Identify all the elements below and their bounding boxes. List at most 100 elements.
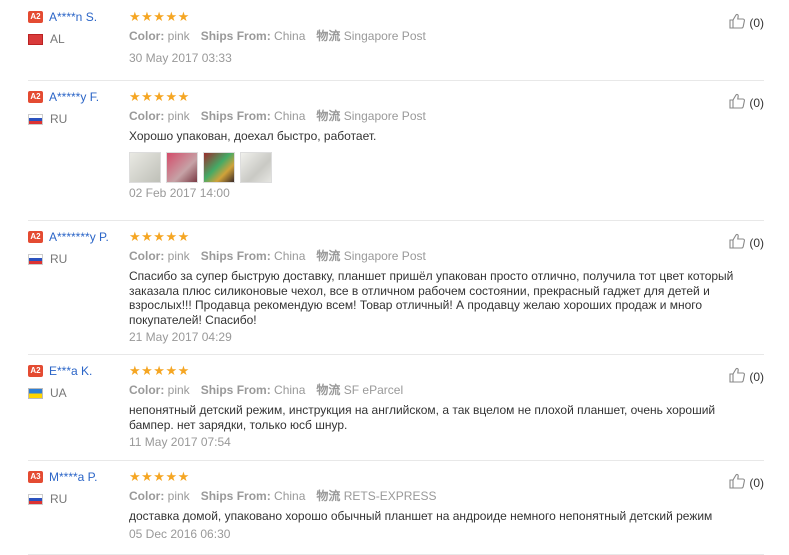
reviewer-name[interactable]: A*****y F. — [49, 90, 99, 104]
thumbs-up-icon — [729, 13, 749, 32]
review-photos — [129, 151, 749, 183]
country-row: RU — [28, 111, 128, 127]
reviewer-row: A2 A****n S. — [28, 9, 128, 25]
shipping-method: RETS-EXPRESS — [343, 489, 437, 503]
review-item: A2 A*******y P. RU ★★★★★ Color: pink Ships Fr… — [28, 229, 764, 355]
country-flag-icon — [28, 387, 43, 399]
reviewer-name[interactable]: A*******y P. — [49, 230, 109, 244]
rating-stars: ★★★★★ — [129, 469, 190, 484]
country-code: AL — [50, 32, 65, 46]
thumbs-up-icon — [729, 367, 749, 386]
thumbs-up-icon — [729, 233, 749, 252]
color-label: Color: — [129, 489, 165, 503]
rating-stars: ★★★★★ — [129, 229, 190, 244]
review-photo-thumbnail[interactable] — [129, 151, 161, 183]
review-body: ★★★★★ Color: pink Ships From: China 物流 SF e… — [129, 363, 749, 449]
reviewer-name[interactable]: A****n S. — [49, 10, 97, 24]
reviewer-row: A2 A*****y F. — [28, 89, 128, 105]
country-row: UA — [28, 385, 128, 401]
country-row: AL — [28, 31, 128, 47]
ships-from-label: Ships From: — [200, 489, 271, 503]
rating-stars: ★★★★★ — [129, 9, 190, 24]
ships-from-value: China — [274, 489, 306, 503]
reviewer-info: A2 A****n S. AL — [28, 9, 128, 47]
country-code: RU — [50, 112, 68, 126]
review-body: ★★★★★ Color: pink Ships From: China 物流 Sing… — [129, 89, 749, 200]
order-info: Color: pink Ships From: China 物流 Singapore… — [129, 27, 749, 45]
buyer-level-badge: A2 — [28, 91, 43, 103]
reviewer-info: A3 M****a P. RU — [28, 469, 128, 507]
ships-from-value: China — [274, 249, 306, 263]
logistics-label: 物流 — [316, 109, 341, 123]
country-code: RU — [50, 492, 68, 506]
review-item: A3 M****a P. RU ★★★★★ Color: pink Ships From:… — [28, 469, 764, 555]
color-label: Color: — [129, 109, 165, 123]
reviewer-row: A2 E***a K. — [28, 363, 128, 379]
buyer-level-badge: A2 — [28, 11, 43, 23]
review-date: 21 May 2017 04:29 — [129, 330, 232, 344]
helpful-like-button[interactable]: (0) — [729, 13, 764, 32]
review-photo-thumbnail[interactable] — [240, 151, 272, 183]
country-row: RU — [28, 491, 128, 507]
review-text: Спасибо за супер быструю доставку, планш… — [129, 269, 734, 327]
review-photo-thumbnail[interactable] — [203, 151, 235, 183]
reviewer-info: A2 A*******y P. RU — [28, 229, 128, 267]
rating-stars: ★★★★★ — [129, 89, 190, 104]
color-label: Color: — [129, 383, 165, 397]
country-flag-icon — [28, 253, 43, 265]
review-item: A2 A*****y F. RU ★★★★★ Color: pink Ships From… — [28, 89, 764, 221]
reviewer-row: A3 M****a P. — [28, 469, 128, 485]
helpful-like-button[interactable]: (0) — [729, 367, 764, 386]
country-flag-icon — [28, 493, 43, 505]
reviewer-info: A2 E***a K. UA — [28, 363, 128, 401]
country-flag-icon — [28, 33, 43, 45]
shipping-method: Singapore Post — [343, 249, 426, 263]
ships-from-label: Ships From: — [200, 29, 271, 43]
reviewer-info: A2 A*****y F. RU — [28, 89, 128, 127]
color-value: pink — [167, 29, 190, 43]
like-count: (0) — [749, 95, 764, 110]
order-info: Color: pink Ships From: China 物流 RETS-EXPR… — [129, 487, 749, 505]
ships-from-label: Ships From: — [200, 383, 271, 397]
order-info: Color: pink Ships From: China 物流 SF eParce… — [129, 381, 749, 399]
review-item: A2 A****n S. AL ★★★★★ Color: pink Ships From:… — [28, 9, 764, 81]
review-date: 05 Dec 2016 06:30 — [129, 526, 231, 541]
like-count: (0) — [749, 15, 764, 30]
like-count: (0) — [749, 475, 764, 490]
rating-stars: ★★★★★ — [129, 363, 190, 378]
country-row: RU — [28, 251, 128, 267]
ships-from-label: Ships From: — [200, 109, 271, 123]
shipping-method: SF eParcel — [343, 383, 404, 397]
helpful-like-button[interactable]: (0) — [729, 473, 764, 492]
review-date: 11 May 2017 07:54 — [129, 435, 231, 449]
ships-from-label: Ships From: — [200, 249, 271, 263]
review-date: 02 Feb 2017 14:00 — [129, 185, 230, 200]
reviewer-name[interactable]: E***a K. — [49, 364, 92, 378]
review-text: Хорошо упакован, доехал быстро, работает… — [129, 129, 377, 143]
helpful-like-button[interactable]: (0) — [729, 233, 764, 252]
review-body: ★★★★★ Color: pink Ships From: China 物流 Sing… — [129, 229, 749, 344]
country-flag-icon — [28, 113, 43, 125]
order-info: Color: pink Ships From: China 物流 Singapore… — [129, 247, 749, 265]
helpful-like-button[interactable]: (0) — [729, 93, 764, 112]
reviewer-row: A2 A*******y P. — [28, 229, 128, 245]
review-body: ★★★★★ Color: pink Ships From: China 物流 Sing… — [129, 9, 749, 65]
review-date: 30 May 2017 03:33 — [129, 51, 232, 65]
buyer-level-badge: A2 — [28, 231, 43, 243]
review-text: непонятный детский режим, инструкция на … — [129, 403, 716, 432]
reviewer-name[interactable]: M****a P. — [49, 470, 97, 484]
color-label: Color: — [129, 29, 165, 43]
country-code: UA — [50, 386, 67, 400]
like-count: (0) — [749, 369, 764, 384]
buyer-level-badge: A2 — [28, 365, 43, 377]
logistics-label: 物流 — [316, 29, 341, 43]
review-body: ★★★★★ Color: pink Ships From: China 物流 RETS… — [129, 469, 749, 541]
country-code: RU — [50, 252, 68, 266]
shipping-method: Singapore Post — [343, 109, 426, 123]
color-value: pink — [167, 109, 190, 123]
logistics-label: 物流 — [316, 249, 341, 263]
ships-from-value: China — [274, 29, 306, 43]
ships-from-value: China — [274, 109, 306, 123]
review-item: A2 E***a K. UA ★★★★★ Color: pink Ships From: … — [28, 363, 764, 461]
review-photo-thumbnail[interactable] — [166, 151, 198, 183]
